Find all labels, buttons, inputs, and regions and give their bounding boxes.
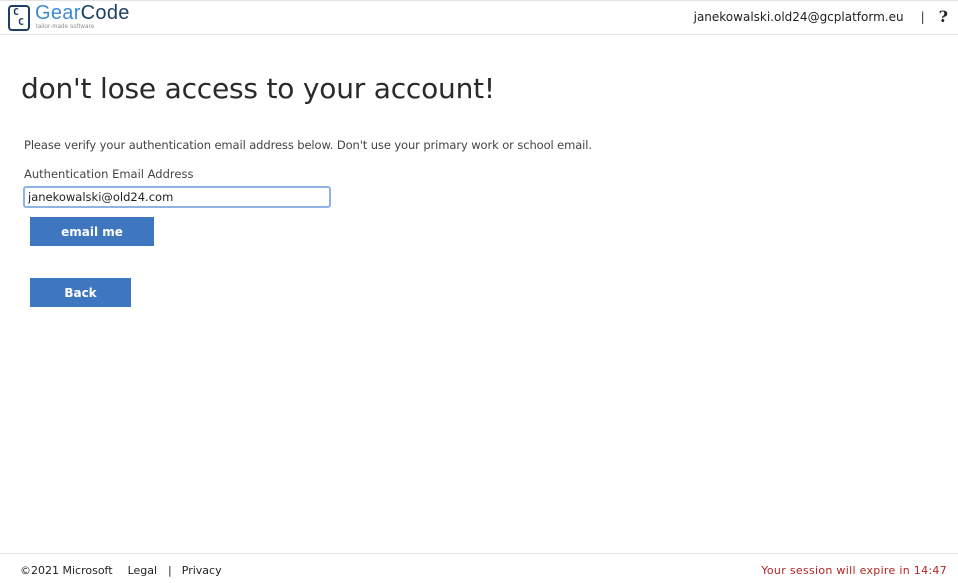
gearcode-logo: CC GearCode tailor-made software	[8, 2, 148, 33]
authentication-email-input[interactable]	[23, 186, 331, 208]
header-bar: CC GearCode tailor-made software janekow…	[0, 0, 958, 35]
footer: ©2021 Microsoft Legal | Privacy Your ses…	[0, 553, 958, 583]
legal-link[interactable]: Legal	[128, 564, 157, 577]
signed-in-user-email[interactable]: janekowalski.old24@gcplatform.eu	[694, 10, 904, 24]
instructions-text: Please verify your authentication email …	[24, 138, 592, 152]
header-separator: |	[920, 10, 925, 24]
logo-brand-name: GearCode	[35, 2, 130, 24]
privacy-link[interactable]: Privacy	[182, 564, 222, 577]
gearcode-logo-icon: CC	[8, 5, 30, 31]
email-field-label: Authentication Email Address	[24, 167, 194, 181]
help-icon[interactable]: ?	[939, 9, 948, 25]
footer-links: ©2021 Microsoft Legal | Privacy	[20, 564, 222, 577]
footer-separator: |	[168, 564, 172, 577]
header-account-area: janekowalski.old24@gcplatform.eu | ?	[694, 9, 948, 25]
session-expiry-notice: Your session will expire in 14:47	[761, 564, 947, 577]
logo-tagline: tailor-made software	[36, 24, 95, 30]
copyright-text: ©2021 Microsoft	[20, 564, 113, 577]
page-title: don't lose access to your account!	[21, 72, 495, 105]
back-button[interactable]: Back	[30, 278, 131, 307]
page: CC GearCode tailor-made software janekow…	[0, 0, 958, 583]
email-me-button[interactable]: email me	[30, 217, 154, 246]
